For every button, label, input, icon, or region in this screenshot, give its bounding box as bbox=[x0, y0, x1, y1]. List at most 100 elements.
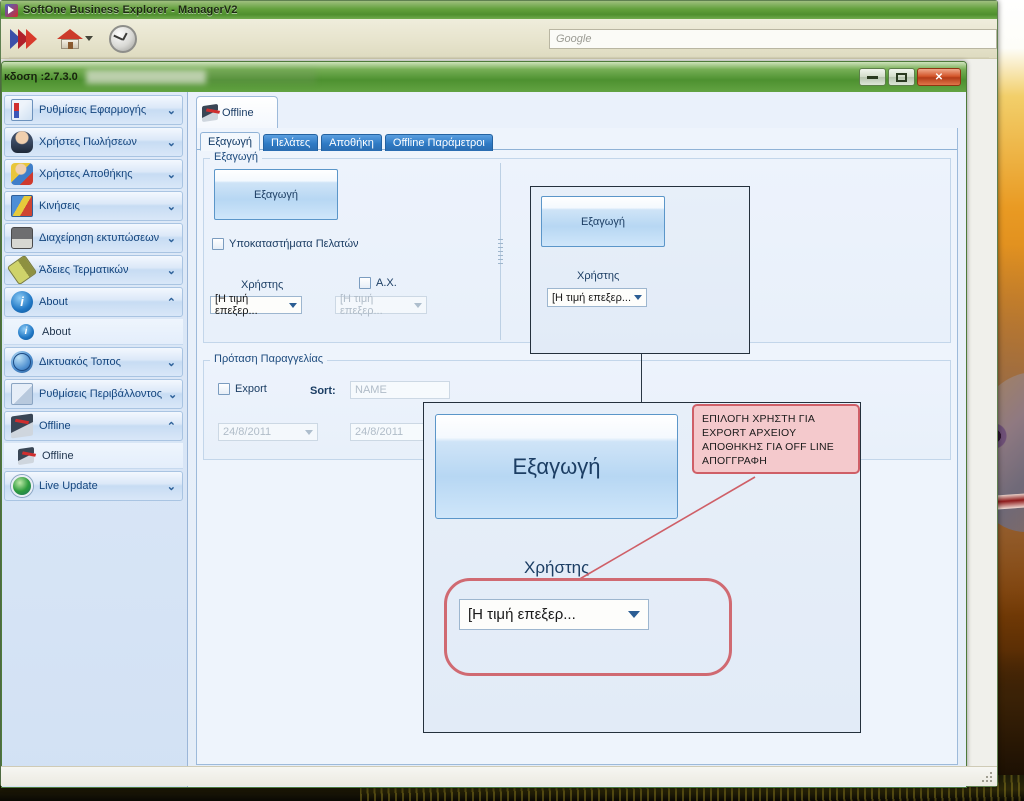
sidebar-item-label: About bbox=[39, 296, 68, 308]
clock-icon bbox=[109, 24, 137, 53]
sidebar-item-offline[interactable]: Offline ⌃ bbox=[4, 411, 183, 441]
transactions-icon bbox=[11, 195, 33, 217]
order-export-checkbox[interactable]: Export bbox=[218, 383, 267, 395]
sidebar-item-live-update[interactable]: Live Update ⌄ bbox=[4, 471, 183, 501]
chevron-up-icon[interactable]: ⌃ bbox=[167, 420, 176, 433]
sort-input[interactable]: NAME bbox=[350, 381, 450, 399]
tab-customers[interactable]: Πελάτες bbox=[263, 134, 319, 151]
offline-icon bbox=[202, 103, 218, 122]
tab-offline-parameters[interactable]: Offline Παράμετροι bbox=[384, 134, 493, 151]
checkbox-icon[interactable] bbox=[218, 383, 230, 395]
chevron-up-icon[interactable]: ⌃ bbox=[167, 296, 176, 309]
magnified-export-button-small[interactable]: Εξαγωγή bbox=[541, 196, 665, 247]
sidebar-item-label: Χρήστες Πωλήσεων bbox=[39, 136, 137, 148]
sidebar-item-label: Άδειες Τερματικών bbox=[39, 264, 129, 276]
ax-checkbox[interactable]: Α.Χ. bbox=[359, 277, 397, 289]
ax-combo-value: [Η τιμή επεξερ... bbox=[340, 293, 383, 317]
export-groupbox-title: Εξαγωγή bbox=[210, 151, 263, 163]
chevron-down-icon[interactable]: ⌄ bbox=[167, 264, 176, 277]
chevron-down-icon[interactable]: ⌄ bbox=[167, 200, 176, 213]
about-small-icon bbox=[18, 323, 34, 340]
home-button[interactable] bbox=[57, 27, 93, 51]
chevron-down-icon[interactable]: ⌄ bbox=[167, 480, 176, 493]
sidebar-item-terminal-licenses[interactable]: Άδειες Τερματικών ⌄ bbox=[4, 254, 183, 286]
toolbar-separator bbox=[9, 57, 989, 58]
order-export-label: Export bbox=[235, 383, 267, 395]
sidebar-item-label: Κινήσεις bbox=[39, 200, 80, 212]
home-icon bbox=[57, 27, 83, 51]
sidebar-item-label: Live Update bbox=[39, 480, 98, 492]
chevron-down-icon[interactable]: ⌄ bbox=[167, 232, 176, 245]
tab-bar: Εξαγωγή Πελάτες Αποθήκη Offline Παράμετρ… bbox=[200, 132, 493, 151]
user-field-label: Χρήστης bbox=[241, 279, 284, 291]
chevron-down-icon[interactable]: ⌄ bbox=[167, 168, 176, 181]
sort-label: Sort: bbox=[310, 385, 336, 397]
print-management-icon bbox=[11, 227, 33, 249]
titlebar-blurred-text bbox=[85, 70, 859, 84]
application-titlebar[interactable]: SoftOne Business Explorer - ManagerV2 bbox=[1, 1, 997, 19]
customer-branches-label: Υποκαταστήματα Πελατών bbox=[229, 238, 359, 250]
application-title: SoftOne Business Explorer - ManagerV2 bbox=[23, 4, 238, 16]
offline-icon bbox=[11, 413, 33, 439]
chevron-down-icon[interactable]: ⌄ bbox=[167, 104, 176, 117]
sidebar-item-sales-users[interactable]: Χρήστες Πωλήσεων ⌄ bbox=[4, 127, 183, 157]
application-statusbar bbox=[1, 766, 997, 786]
sidebar-item-label: Ρυθμίσεις Περιβάλλοντος bbox=[39, 388, 163, 400]
close-button[interactable]: ✕ bbox=[917, 68, 961, 86]
sidebar-item-environment-settings[interactable]: Ρυθμίσεις Περιβάλλοντος ⌄ bbox=[4, 379, 183, 409]
chevron-down-icon[interactable] bbox=[414, 302, 422, 308]
ax-combo[interactable]: [Η τιμή επεξερ... bbox=[335, 293, 427, 317]
order-proposal-title: Πρόταση Παραγγελίας bbox=[210, 353, 328, 365]
environment-settings-icon bbox=[11, 383, 33, 405]
minimize-button[interactable] bbox=[859, 68, 886, 86]
annotation-callout: ΕΠΙΛΟΓΗ ΧΡΗΣΤΗ ΓΙΑ EXPORT ΑΡΧΕΙΟΥ ΑΠΟΘΗΚ… bbox=[692, 404, 860, 474]
offline-small-icon bbox=[18, 446, 34, 465]
sidebar-item-print-management[interactable]: Διαχείρηση εκτυπώσεων ⌄ bbox=[4, 223, 183, 253]
splitter-grip[interactable] bbox=[498, 239, 503, 265]
softone-chevrons-icon bbox=[9, 26, 41, 52]
live-update-icon bbox=[11, 475, 33, 497]
export-button[interactable]: Εξαγωγή bbox=[214, 169, 338, 220]
chevron-down-icon[interactable]: ⌄ bbox=[168, 388, 177, 401]
sidebar-item-app-settings[interactable]: Ρυθμίσεις Εφαρμογής ⌄ bbox=[4, 95, 183, 125]
checkbox-icon[interactable] bbox=[359, 277, 371, 289]
checkbox-icon[interactable] bbox=[212, 238, 224, 250]
tab-warehouse[interactable]: Αποθήκη bbox=[321, 134, 382, 151]
terminal-licenses-icon bbox=[6, 254, 38, 286]
softone-logo-button[interactable] bbox=[9, 26, 41, 52]
chevron-down-icon[interactable]: ⌄ bbox=[167, 356, 176, 369]
sidebar-subitem-label: About bbox=[42, 325, 71, 338]
history-button[interactable] bbox=[109, 24, 137, 53]
chevron-down-icon[interactable] bbox=[289, 302, 297, 308]
magnified-user-label-small: Χρήστης bbox=[577, 270, 620, 282]
tab-export[interactable]: Εξαγωγή bbox=[200, 132, 261, 151]
magnified-user-combo-small[interactable]: [Η τιμή επεξερ... bbox=[547, 288, 647, 307]
sidebar-item-label: Ρυθμίσεις Εφαρμογής bbox=[39, 104, 147, 116]
magnified-user-combo-value-small: [Η τιμή επεξερ... bbox=[552, 291, 632, 304]
navigation-sidebar: Ρυθμίσεις Εφαρμογής ⌄ Χρήστες Πωλήσεων ⌄… bbox=[2, 92, 188, 787]
sidebar-subitem-about[interactable]: About bbox=[4, 319, 183, 345]
user-combo-value: [Η τιμή επεξερ... bbox=[215, 293, 258, 317]
restore-button[interactable] bbox=[888, 68, 915, 86]
sidebar-item-website[interactable]: Δικτυακός Τοπος ⌄ bbox=[4, 347, 183, 377]
sidebar-item-label: Χρήστες Αποθήκης bbox=[39, 168, 133, 180]
document-tab-offline[interactable]: Offline bbox=[196, 96, 278, 128]
user-combo[interactable]: [Η τιμή επεξερ... bbox=[210, 293, 302, 317]
chevron-down-icon[interactable] bbox=[634, 295, 642, 300]
customer-branches-checkbox[interactable]: Υποκαταστήματα Πελατών bbox=[212, 238, 359, 250]
resize-grip[interactable] bbox=[982, 772, 994, 784]
sidebar-item-transactions[interactable]: Κινήσεις ⌄ bbox=[4, 191, 183, 221]
chevron-down-icon[interactable] bbox=[85, 36, 93, 41]
child-window-titlebar[interactable]: κδοση :2.7.3.0 ✕ bbox=[2, 62, 966, 92]
date-from-value: 24/8/2011 bbox=[223, 426, 272, 438]
sidebar-item-warehouse-users[interactable]: Χρήστες Αποθήκης ⌄ bbox=[4, 159, 183, 189]
sidebar-item-about[interactable]: About ⌃ bbox=[4, 287, 183, 317]
magnified-export-button-large[interactable]: Εξαγωγή bbox=[435, 414, 678, 519]
chevron-down-icon[interactable]: ⌄ bbox=[167, 136, 176, 149]
chevron-down-icon[interactable] bbox=[305, 429, 313, 435]
search-input[interactable]: Google bbox=[549, 29, 997, 49]
sidebar-item-label: Διαχείρηση εκτυπώσεων bbox=[39, 232, 160, 244]
sidebar-subitem-offline[interactable]: Offline bbox=[4, 443, 183, 469]
date-from-combo[interactable]: 24/8/2011 bbox=[218, 423, 318, 441]
website-icon bbox=[11, 351, 33, 373]
